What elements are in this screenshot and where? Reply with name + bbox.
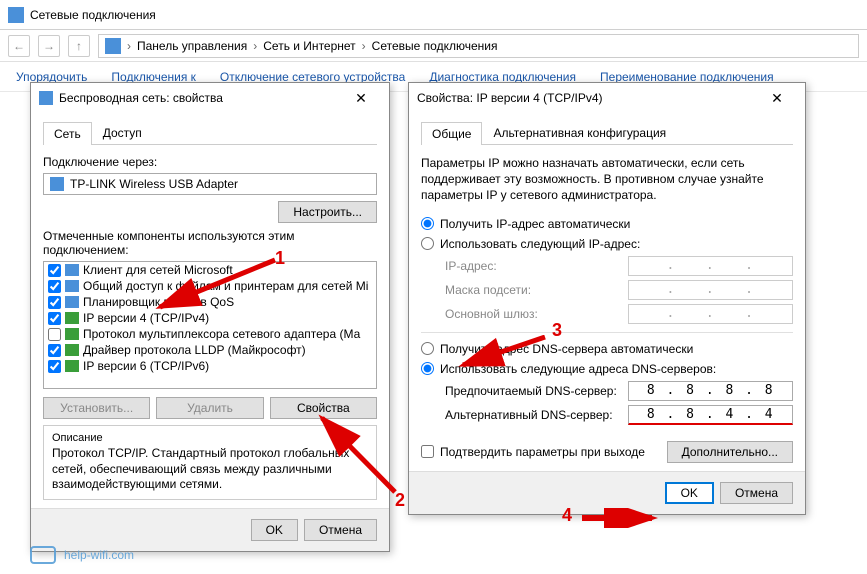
dialog-titlebar[interactable]: Беспроводная сеть: свойства ✕ xyxy=(31,83,389,113)
list-item[interactable]: Протокол мультиплексора сетевого адаптер… xyxy=(44,326,376,342)
nav-fwd[interactable]: → xyxy=(38,35,60,57)
crumb[interactable]: Сетевые подключения xyxy=(372,39,498,53)
anno-2: 2 xyxy=(395,490,405,511)
tabs: Общие Альтернативная конфигурация xyxy=(421,121,793,145)
nav-back[interactable]: ← xyxy=(8,35,30,57)
checkbox[interactable] xyxy=(48,296,61,309)
tab-network[interactable]: Сеть xyxy=(43,122,92,145)
ip-manual-radio[interactable]: Использовать следующий IP-адрес: xyxy=(421,234,793,254)
list-item-ipv4[interactable]: IP версии 4 (TCP/IPv4) xyxy=(44,310,376,326)
close-icon[interactable]: ✕ xyxy=(757,90,797,107)
description-group: Описание Протокол TCP/IP. Стандартный пр… xyxy=(43,425,377,500)
components-list[interactable]: Клиент для сетей Microsoft Общий доступ … xyxy=(43,261,377,389)
protocol-icon xyxy=(65,328,79,340)
tab-general[interactable]: Общие xyxy=(421,122,482,145)
anno-4: 4 xyxy=(562,505,572,526)
list-item[interactable]: Общий доступ к файлам и принтерам для се… xyxy=(44,278,376,294)
explorer-titlebar: Сетевые подключения xyxy=(0,0,867,30)
cancel-button[interactable]: Отмена xyxy=(304,519,377,541)
wifi-icon xyxy=(39,91,53,105)
confirm-checkbox[interactable] xyxy=(421,445,434,458)
gateway-field: . . . xyxy=(628,304,793,324)
desc-title: Описание xyxy=(52,432,368,444)
list-item[interactable]: Планировщик пакетов QoS xyxy=(44,294,376,310)
breadcrumb[interactable]: › Панель управления › Сеть и Интернет › … xyxy=(98,34,859,58)
checkbox[interactable] xyxy=(48,280,61,293)
protocol-icon xyxy=(65,312,79,324)
dns-auto-radio[interactable]: Получить адрес DNS-сервера автоматически xyxy=(421,339,793,359)
checkbox[interactable] xyxy=(48,264,61,277)
ok-button[interactable]: OK xyxy=(665,482,714,504)
crumb[interactable]: Сеть и Интернет xyxy=(263,39,355,53)
dns-pref-label: Предпочитаемый DNS-сервер: xyxy=(445,384,618,398)
anno-1: 1 xyxy=(275,248,285,269)
connect-via-label: Подключение через: xyxy=(43,155,377,169)
network-icon xyxy=(8,7,24,23)
nav-up[interactable]: ↑ xyxy=(68,35,90,57)
configure-button[interactable]: Настроить... xyxy=(278,201,377,223)
dns-alt-label: Альтернативный DNS-сервер: xyxy=(445,408,618,422)
mask-field: . . . xyxy=(628,280,793,300)
client-icon xyxy=(65,264,79,276)
cancel-button[interactable]: Отмена xyxy=(720,482,793,504)
dialog-title: Беспроводная сеть: свойства xyxy=(59,91,223,105)
window-title: Сетевые подключения xyxy=(30,8,156,22)
dns-manual-radio[interactable]: Использовать следующие адреса DNS-сервер… xyxy=(421,359,793,379)
checkbox[interactable] xyxy=(48,344,61,357)
ipv4-properties-dialog: Свойства: IP версии 4 (TCP/IPv4) ✕ Общие… xyxy=(408,82,806,515)
address-bar: ← → ↑ › Панель управления › Сеть и Интер… xyxy=(0,30,867,62)
crumb[interactable]: Панель управления xyxy=(137,39,247,53)
tabs: Сеть Доступ xyxy=(43,121,377,145)
tab-access[interactable]: Доступ xyxy=(92,121,153,144)
mask-label: Маска подсети: xyxy=(445,283,618,297)
install-button[interactable]: Установить... xyxy=(43,397,150,419)
qos-icon xyxy=(65,296,79,308)
share-icon xyxy=(65,280,79,292)
logo-icon xyxy=(30,546,56,564)
control-panel-icon xyxy=(105,38,121,54)
tab-alt[interactable]: Альтернативная конфигурация xyxy=(482,121,677,144)
components-label: Отмеченные компоненты используются этим … xyxy=(43,229,377,257)
adapter-properties-dialog: Беспроводная сеть: свойства ✕ Сеть Досту… xyxy=(30,82,390,552)
desc-text: Протокол TCP/IP. Стандартный протокол гл… xyxy=(52,446,368,493)
dialog-titlebar[interactable]: Свойства: IP версии 4 (TCP/IPv4) ✕ xyxy=(409,83,805,113)
properties-button[interactable]: Свойства xyxy=(270,397,377,419)
checkbox[interactable] xyxy=(48,328,61,341)
dns-pref-field[interactable]: 8 . 8 . 8 . 8 xyxy=(628,381,793,401)
gateway-label: Основной шлюз: xyxy=(445,307,618,321)
checkbox[interactable] xyxy=(48,360,61,373)
protocol-icon xyxy=(65,344,79,356)
dns-alt-field[interactable]: 8 . 8 . 4 . 4 xyxy=(628,405,793,425)
ok-button[interactable]: OK xyxy=(251,519,298,541)
intro-text: Параметры IP можно назначать автоматичес… xyxy=(421,155,793,204)
anno-3: 3 xyxy=(552,320,562,341)
confirm-label: Подтвердить параметры при выходе xyxy=(440,445,645,459)
ip-address-label: IP-адрес: xyxy=(445,259,618,273)
adapter-icon xyxy=(50,177,64,191)
ip-auto-radio[interactable]: Получить IP-адрес автоматически xyxy=(421,214,793,234)
ip-address-field: . . . xyxy=(628,256,793,276)
adapter-name: TP-LINK Wireless USB Adapter xyxy=(43,173,377,195)
checkbox[interactable] xyxy=(48,312,61,325)
watermark: help-wifi.com xyxy=(30,546,134,564)
remove-button[interactable]: Удалить xyxy=(156,397,263,419)
list-item[interactable]: Клиент для сетей Microsoft xyxy=(44,262,376,278)
protocol-icon xyxy=(65,360,79,372)
close-icon[interactable]: ✕ xyxy=(341,90,381,107)
dialog-title: Свойства: IP версии 4 (TCP/IPv4) xyxy=(417,91,603,105)
list-item[interactable]: IP версии 6 (TCP/IPv6) xyxy=(44,358,376,374)
advanced-button[interactable]: Дополнительно... xyxy=(667,441,793,463)
list-item[interactable]: Драйвер протокола LLDP (Майкрософт) xyxy=(44,342,376,358)
